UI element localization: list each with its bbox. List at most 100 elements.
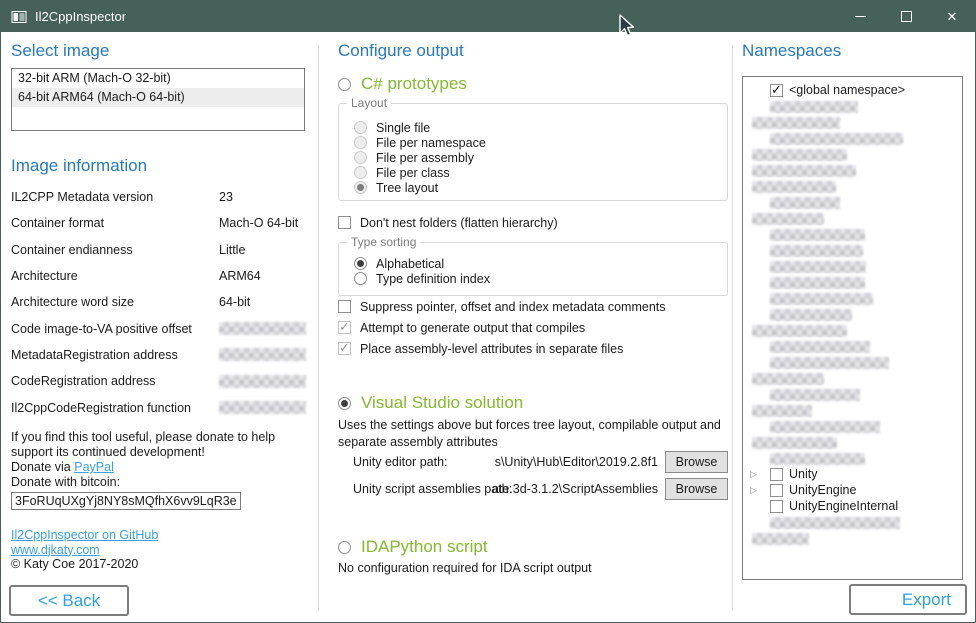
namespace-item[interactable]: <global namespace>	[743, 83, 962, 99]
redacted-namespace	[752, 405, 812, 417]
radio-option[interactable]: File per assembly	[354, 150, 486, 165]
redacted-namespace	[752, 117, 840, 129]
checkbox[interactable]	[338, 321, 351, 334]
image-list-item[interactable]: 64-bit ARM64 (Mach-O 64-bit)	[12, 88, 304, 107]
unity-script-path-row: Unity script assemblies path: ate.3d-3.1…	[338, 478, 728, 501]
close-button[interactable]: ✕	[929, 1, 975, 32]
flatten-hierarchy-option[interactable]: Don't nest folders (flatten hierarchy)	[338, 215, 558, 230]
namespace-label: Unity	[789, 467, 817, 482]
radio-button[interactable]	[354, 272, 367, 285]
namespaces-panel: Namespaces <global namespace>▷Unity▷Unit…	[742, 41, 967, 61]
redacted-namespace	[770, 309, 852, 321]
flatten-hierarchy-label: Don't nest folders (flatten hierarchy)	[360, 216, 558, 230]
namespace-item[interactable]: ▷ Unity	[743, 467, 962, 483]
unity-editor-path-value[interactable]: s\Unity\Hub\Editor\2019.2.8f1	[495, 455, 658, 469]
radio-button[interactable]	[354, 257, 367, 270]
namespace-label: UnityEngine	[789, 483, 856, 498]
idapython-radio[interactable]	[338, 541, 351, 554]
expander-icon[interactable]: ▷	[750, 469, 757, 480]
github-link[interactable]: Il2CppInspector on GitHub	[11, 528, 158, 542]
info-row: MetadataRegistration address	[11, 342, 307, 368]
donation-block: If you find this tool useful, please don…	[11, 430, 307, 572]
namespace-checkbox[interactable]	[770, 500, 783, 513]
export-button[interactable]: Export	[849, 584, 967, 615]
info-row: Code image-to-VA positive offset	[11, 315, 307, 341]
info-label: Container endianness	[11, 243, 219, 257]
redacted-value	[219, 375, 306, 388]
radio-button[interactable]	[354, 121, 367, 134]
namespace-item[interactable]: ▷ UnityEngine	[743, 483, 962, 499]
redacted-namespace	[752, 213, 824, 225]
titlebar[interactable]: Il2CppInspector ✕	[1, 1, 975, 32]
donation-line1: If you find this tool useful, please don…	[11, 430, 307, 445]
info-row: IL2CPP Metadata version23	[11, 184, 307, 210]
minimize-button[interactable]	[837, 1, 883, 32]
idapython-option[interactable]: IDAPython script	[338, 537, 488, 557]
redacted-namespace	[752, 373, 824, 385]
radio-button[interactable]	[354, 166, 367, 179]
image-info-title: Image information	[11, 156, 147, 176]
donate-bitcoin-label: Donate with bitcoin:	[11, 475, 307, 490]
idapython-label: IDAPython script	[361, 537, 488, 557]
visual-studio-label: Visual Studio solution	[361, 393, 523, 413]
divider-left	[318, 45, 319, 611]
visual-studio-option[interactable]: Visual Studio solution	[338, 393, 523, 413]
redacted-namespace	[770, 101, 858, 113]
radio-option[interactable]: File per namespace	[354, 135, 486, 150]
configure-output-panel: Configure output C# prototypes Layout Si…	[338, 41, 728, 616]
radio-option[interactable]: Single file	[354, 120, 486, 135]
redacted-namespace	[770, 133, 903, 145]
radio-option[interactable]: Alphabetical	[354, 256, 490, 271]
info-row: Container formatMach-O 64-bit	[11, 210, 307, 236]
checkbox-option[interactable]: Attempt to generate output that compiles	[338, 320, 666, 335]
info-row: Il2CppCodeRegistration function	[11, 394, 307, 420]
checkbox-label: Place assembly-level attributes in separ…	[360, 342, 623, 356]
expander-icon[interactable]: ▷	[750, 485, 757, 496]
select-image-title: Select image	[11, 41, 307, 61]
namespace-item[interactable]: UnityEngineInternal	[743, 499, 962, 515]
radio-button[interactable]	[354, 181, 367, 194]
donation-line2: support its continued development!	[11, 445, 307, 460]
checkbox[interactable]	[338, 342, 351, 355]
checkbox-option[interactable]: Place assembly-level attributes in separ…	[338, 341, 666, 356]
namespace-checkbox[interactable]	[770, 468, 783, 481]
maximize-button[interactable]	[883, 1, 929, 32]
checkbox-option[interactable]: Suppress pointer, offset and index metad…	[338, 299, 666, 314]
minimize-icon	[855, 16, 866, 17]
radio-label: File per assembly	[376, 151, 474, 165]
radio-button[interactable]	[354, 136, 367, 149]
paypal-link[interactable]: PayPal	[74, 460, 114, 474]
window-title: Il2CppInspector	[35, 9, 126, 24]
vs-description-line1: Uses the settings above but forces tree …	[338, 417, 721, 434]
layout-options: Single fileFile per namespaceFile per as…	[354, 120, 486, 195]
image-list[interactable]: 32-bit ARM (Mach-O 32-bit)64-bit ARM64 (…	[11, 68, 305, 131]
unity-editor-browse-button[interactable]: Browse	[665, 451, 728, 473]
radio-button[interactable]	[354, 151, 367, 164]
info-row: Container endiannessLittle	[11, 237, 307, 263]
csharp-prototypes-radio[interactable]	[338, 78, 351, 91]
namespace-label: UnityEngineInternal	[789, 499, 898, 514]
website-link[interactable]: www.djkaty.com	[11, 543, 100, 557]
redacted-namespace	[770, 293, 873, 305]
csharp-prototypes-label: C# prototypes	[361, 74, 467, 94]
redacted-namespace	[770, 197, 840, 209]
image-list-item[interactable]: 32-bit ARM (Mach-O 32-bit)	[12, 69, 304, 88]
checkbox[interactable]	[338, 300, 351, 313]
radio-option[interactable]: Tree layout	[354, 180, 486, 195]
back-button[interactable]: << Back	[9, 585, 129, 616]
visual-studio-description: Uses the settings above but forces tree …	[338, 417, 721, 451]
namespace-list[interactable]: <global namespace> ▷ Unity ▷ UnityEngineUnit…	[742, 76, 963, 580]
namespace-checkbox[interactable]	[770, 484, 783, 497]
visual-studio-radio[interactable]	[338, 397, 351, 410]
flatten-hierarchy-checkbox[interactable]	[338, 216, 351, 229]
bitcoin-address-input[interactable]	[11, 492, 241, 510]
unity-script-path-value[interactable]: ate.3d-3.1.2\ScriptAssemblies	[492, 482, 658, 496]
csharp-prototypes-option[interactable]: C# prototypes	[338, 74, 467, 94]
info-label: Container format	[11, 216, 219, 230]
radio-option[interactable]: File per class	[354, 165, 486, 180]
redacted-namespace	[752, 325, 847, 337]
unity-script-browse-button[interactable]: Browse	[665, 478, 728, 500]
radio-option[interactable]: Type definition index	[354, 271, 490, 286]
namespace-checkbox[interactable]	[770, 84, 783, 97]
info-value: Little	[219, 243, 245, 257]
